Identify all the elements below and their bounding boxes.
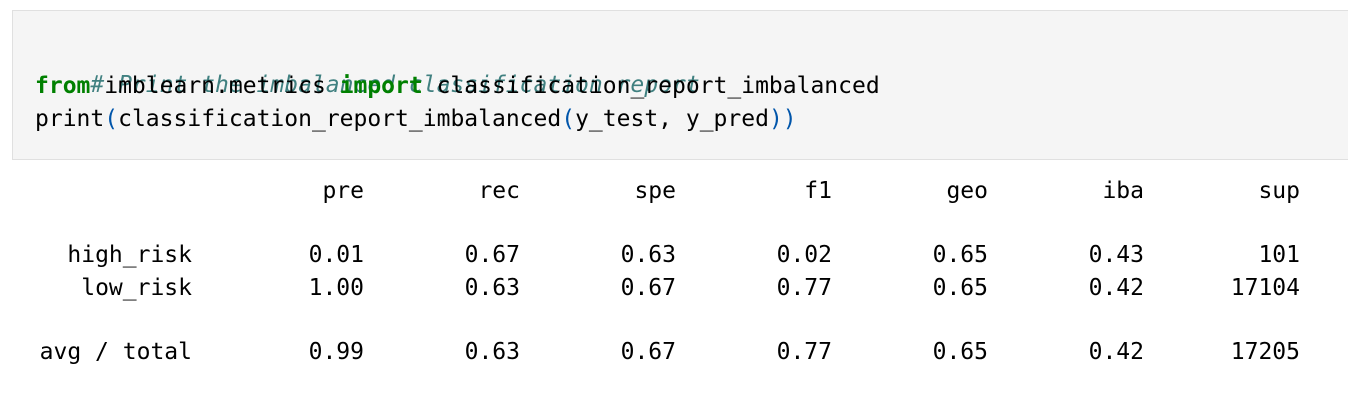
keyword-import: import <box>339 73 423 99</box>
value-spe: 0.67 <box>620 275 676 301</box>
function-call: classification_report_imbalanced <box>118 106 562 132</box>
row-label: low_risk <box>81 275 192 301</box>
header-f1: f1 <box>804 178 832 204</box>
keyword-from: from <box>35 73 91 99</box>
header-rec: rec <box>478 178 520 204</box>
print-call: print <box>35 106 105 132</box>
value-sup: 17205 <box>1230 339 1300 365</box>
value-pre: 1.00 <box>308 275 364 301</box>
report-row-high-risk: high_risk 0.01 0.67 0.63 0.02 0.65 0.43 … <box>0 239 1348 271</box>
value-f1: 0.77 <box>776 275 832 301</box>
value-spe: 0.67 <box>620 339 676 365</box>
value-rec: 0.63 <box>464 339 520 365</box>
value-rec: 0.67 <box>464 242 520 268</box>
value-geo: 0.65 <box>932 275 988 301</box>
code-line-import: from imblearn.metrics import classificat… <box>35 70 880 102</box>
value-f1: 0.02 <box>776 242 832 268</box>
header-iba: iba <box>1102 178 1144 204</box>
value-sup: 17104 <box>1230 275 1300 301</box>
value-rec: 0.63 <box>464 275 520 301</box>
header-pre: pre <box>322 178 364 204</box>
report-row-low-risk: low_risk 1.00 0.63 0.67 0.77 0.65 0.42 1… <box>0 272 1348 304</box>
value-iba: 0.42 <box>1088 339 1144 365</box>
value-sup: 101 <box>1258 242 1300 268</box>
open-paren-inner: ( <box>561 106 576 132</box>
header-geo: geo <box>946 178 988 204</box>
value-spe: 0.63 <box>620 242 676 268</box>
value-pre: 0.01 <box>308 242 364 268</box>
code-line-print: print(classification_report_imbalanced(y… <box>35 103 797 135</box>
imported-name: classification_report_imbalanced <box>422 73 880 99</box>
open-paren: ( <box>104 106 119 132</box>
code-cell[interactable]: # Print the imbalanced classification re… <box>12 10 1348 160</box>
value-iba: 0.43 <box>1088 242 1144 268</box>
value-geo: 0.65 <box>932 339 988 365</box>
call-args: y_test, y_pred <box>575 106 769 132</box>
value-geo: 0.65 <box>932 242 988 268</box>
value-f1: 0.77 <box>776 339 832 365</box>
value-pre: 0.99 <box>308 339 364 365</box>
value-iba: 0.42 <box>1088 275 1144 301</box>
cell-output: pre rec spe f1 geo iba sup high_risk 0.0… <box>0 165 1348 395</box>
row-label: avg / total <box>39 339 192 365</box>
row-label: high_risk <box>67 242 192 268</box>
module-name: imblearn.metrics <box>90 73 340 99</box>
report-header-row: pre rec spe f1 geo iba sup <box>0 175 1348 207</box>
header-sup: sup <box>1258 178 1300 204</box>
header-spe: spe <box>634 178 676 204</box>
report-row-avg-total: avg / total 0.99 0.63 0.67 0.77 0.65 0.4… <box>0 336 1348 368</box>
close-parens: )) <box>768 106 797 132</box>
